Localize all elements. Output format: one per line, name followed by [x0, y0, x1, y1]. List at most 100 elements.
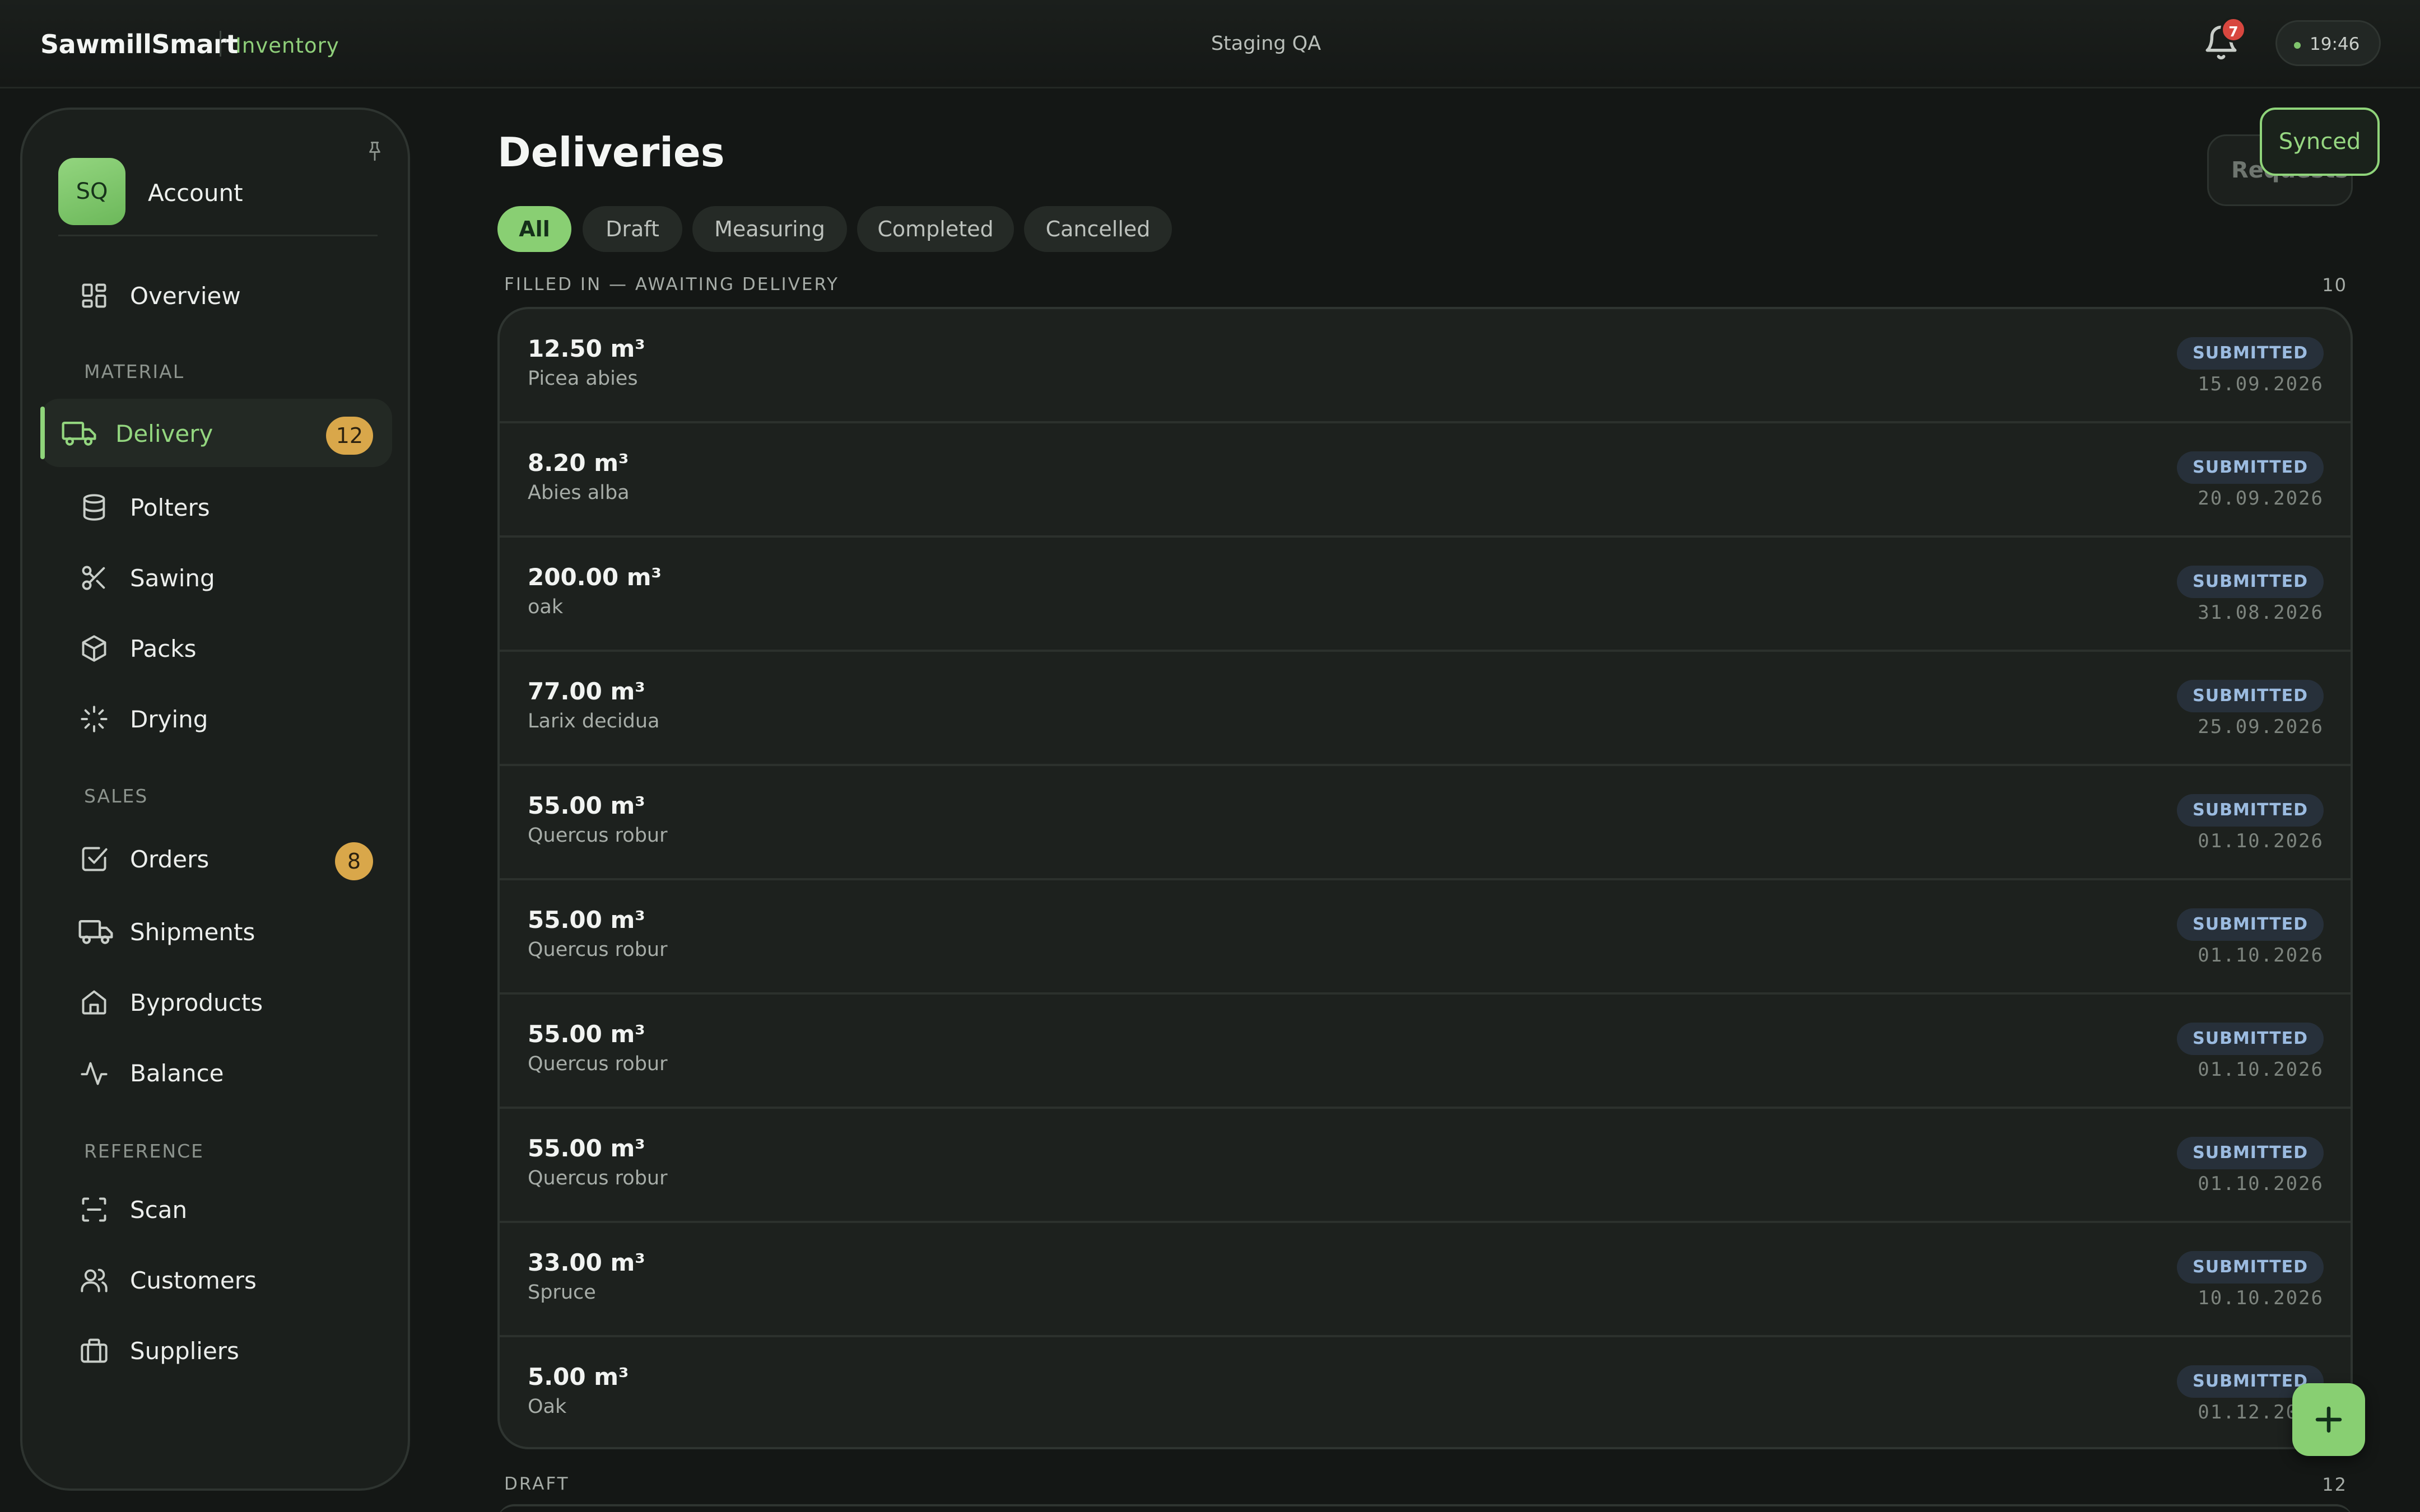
account-card[interactable]: SQ Account — [58, 158, 378, 236]
sidebar-item-balance[interactable]: Balance — [40, 1038, 392, 1107]
group-count: 12 — [2322, 1474, 2347, 1495]
sidebar-item-suppliers[interactable]: Suppliers — [40, 1316, 392, 1384]
delivery-species: oak — [528, 596, 564, 618]
sidebar-item-label: Suppliers — [130, 1337, 239, 1365]
add-delivery-button[interactable] — [2292, 1383, 2365, 1456]
delivery-count-badge: 12 — [325, 417, 373, 455]
status-badge: SUBMITTED — [2177, 337, 2324, 370]
delivery-volume: 8.20 m³ — [528, 449, 629, 477]
brand-name[interactable]: SawmillSmart — [40, 29, 238, 59]
list-item[interactable]: 77.00 m³ Larix decidua SUBMITTED 25.09.2… — [500, 652, 2351, 766]
delivery-date: 10.10.2026 — [2198, 1287, 2324, 1309]
sync-status-toast: Synced — [2260, 108, 2380, 176]
delivery-date: 01.10.2026 — [2198, 1173, 2324, 1195]
list-item[interactable]: 5.00 m³ Oak SUBMITTED 01.12.2026 — [500, 1337, 2351, 1447]
sidebar-section-reference: REFERENCE — [84, 1140, 204, 1162]
tab-draft[interactable]: Draft — [583, 206, 682, 252]
checkbox-icon — [82, 847, 108, 871]
sidebar-item-byproducts[interactable]: Byproducts — [40, 968, 392, 1036]
activity-icon — [81, 1062, 108, 1085]
delivery-date: 01.10.2026 — [2198, 1058, 2324, 1081]
group-title: FILLED IN — AWAITING DELIVERY — [504, 274, 839, 295]
list-item[interactable]: 55.00 m³ Quercus robur SUBMITTED 01.10.2… — [500, 1109, 2351, 1223]
sidebar-item-customers[interactable]: Customers — [40, 1245, 392, 1314]
delivery-date: 31.08.2026 — [2198, 601, 2324, 624]
database-icon — [83, 494, 105, 521]
brand-divider — [220, 31, 221, 57]
group-title: DRAFT — [504, 1474, 570, 1494]
status-badge: SUBMITTED — [2177, 1023, 2324, 1055]
delivery-volume: 55.00 m³ — [528, 1135, 645, 1162]
app-root: SawmillSmart Inventory Staging QA 7 19:4… — [0, 0, 2420, 1512]
plus-icon — [2315, 1406, 2342, 1433]
sidebar-item-drying[interactable]: Drying — [40, 684, 392, 753]
sidebar-item-label: Customers — [130, 1267, 257, 1294]
notification-badge: 7 — [2221, 17, 2246, 43]
clock-pill: 19:46 — [2275, 20, 2381, 66]
status-badge: SUBMITTED — [2177, 908, 2324, 941]
box-icon — [82, 635, 106, 662]
delivery-species: Quercus robur — [528, 1167, 668, 1189]
online-status-dot — [2294, 42, 2301, 49]
sidebar-item-orders[interactable]: Orders 8 — [40, 824, 392, 893]
delivery-species: Spruce — [528, 1281, 596, 1304]
delivery-species: Larix decidua — [528, 710, 660, 732]
list-item[interactable]: 8.20 m³ Abies alba SUBMITTED 20.09.2026 — [500, 423, 2351, 538]
status-badge: SUBMITTED — [2177, 1137, 2324, 1169]
orders-count-badge: 8 — [335, 842, 373, 880]
sidebar-item-label: Sawing — [130, 564, 215, 592]
deliveries-list: 12.50 m³ Picea abies SUBMITTED 15.09.202… — [497, 307, 2353, 1449]
truck-icon — [62, 421, 96, 446]
sidebar-item-sawing[interactable]: Sawing — [40, 543, 392, 612]
sidebar-section-sales: SALES — [84, 785, 148, 807]
status-badge: SUBMITTED — [2177, 1251, 2324, 1284]
sidebar-item-delivery[interactable]: Delivery 12 — [40, 399, 392, 467]
sidebar-item-packs[interactable]: Packs — [40, 614, 392, 682]
status-badge: SUBMITTED — [2177, 680, 2324, 712]
delivery-volume: 55.00 m³ — [528, 792, 645, 819]
module-name: Inventory — [235, 34, 339, 58]
top-bar: SawmillSmart Inventory Staging QA 7 19:4… — [0, 0, 2420, 88]
delivery-volume: 55.00 m³ — [528, 1020, 645, 1048]
sidebar-item-label: Overview — [130, 282, 241, 310]
truck-icon — [78, 920, 113, 944]
tab-measuring[interactable]: Measuring — [692, 206, 847, 252]
sidebar-item-label: Delivery — [115, 420, 213, 447]
delivery-species: Quercus robur — [528, 824, 668, 847]
tab-all[interactable]: All — [497, 206, 571, 252]
avatar: SQ — [58, 158, 125, 225]
dashboard-icon — [82, 283, 106, 308]
status-badge: SUBMITTED — [2177, 794, 2324, 827]
list-item[interactable]: 55.00 m³ Quercus robur SUBMITTED 01.10.2… — [500, 766, 2351, 880]
sidebar-item-polters[interactable]: Polters — [40, 473, 392, 541]
delivery-date: 15.09.2026 — [2198, 373, 2324, 395]
clock-time: 19:46 — [2310, 34, 2360, 54]
list-item[interactable]: 200.00 m³ oak SUBMITTED 31.08.2026 — [500, 538, 2351, 652]
scissors-icon — [82, 566, 105, 590]
briefcase-icon — [81, 1338, 108, 1363]
delivery-date: 01.10.2026 — [2198, 944, 2324, 967]
delivery-date: 20.09.2026 — [2198, 487, 2324, 510]
tab-cancelled[interactable]: Cancelled — [1024, 206, 1172, 252]
tab-completed[interactable]: Completed — [857, 206, 1014, 252]
status-badge: SUBMITTED — [2177, 566, 2324, 598]
list-item[interactable]: 33.00 m³ Spruce SUBMITTED 10.10.2026 — [500, 1223, 2351, 1337]
sidebar-item-label: Packs — [130, 635, 197, 662]
sidebar: SQ Account Overview MATERIAL Delivery 12 — [20, 108, 410, 1491]
scan-icon — [82, 1197, 106, 1222]
sidebar-item-label: Scan — [130, 1196, 188, 1224]
page-title: Deliveries — [497, 129, 725, 176]
delivery-species: Quercus robur — [528, 939, 668, 961]
group-count: 10 — [2322, 274, 2347, 296]
loader-icon — [81, 706, 108, 732]
delivery-species: Oak — [528, 1396, 567, 1418]
sidebar-item-shipments[interactable]: Shipments — [40, 897, 392, 965]
delivery-volume: 55.00 m³ — [528, 906, 645, 934]
list-item[interactable]: 55.00 m³ Quercus robur SUBMITTED 01.10.2… — [500, 880, 2351, 995]
environment-label: Staging QA — [1211, 32, 1321, 55]
list-item[interactable]: 12.50 m³ Picea abies SUBMITTED 15.09.202… — [500, 309, 2351, 423]
sidebar-item-label: Byproducts — [130, 989, 263, 1016]
sidebar-item-scan[interactable]: Scan — [40, 1175, 392, 1243]
list-item[interactable]: 55.00 m³ Quercus robur SUBMITTED 01.10.2… — [500, 995, 2351, 1109]
sidebar-item-overview[interactable]: Overview — [40, 261, 392, 329]
